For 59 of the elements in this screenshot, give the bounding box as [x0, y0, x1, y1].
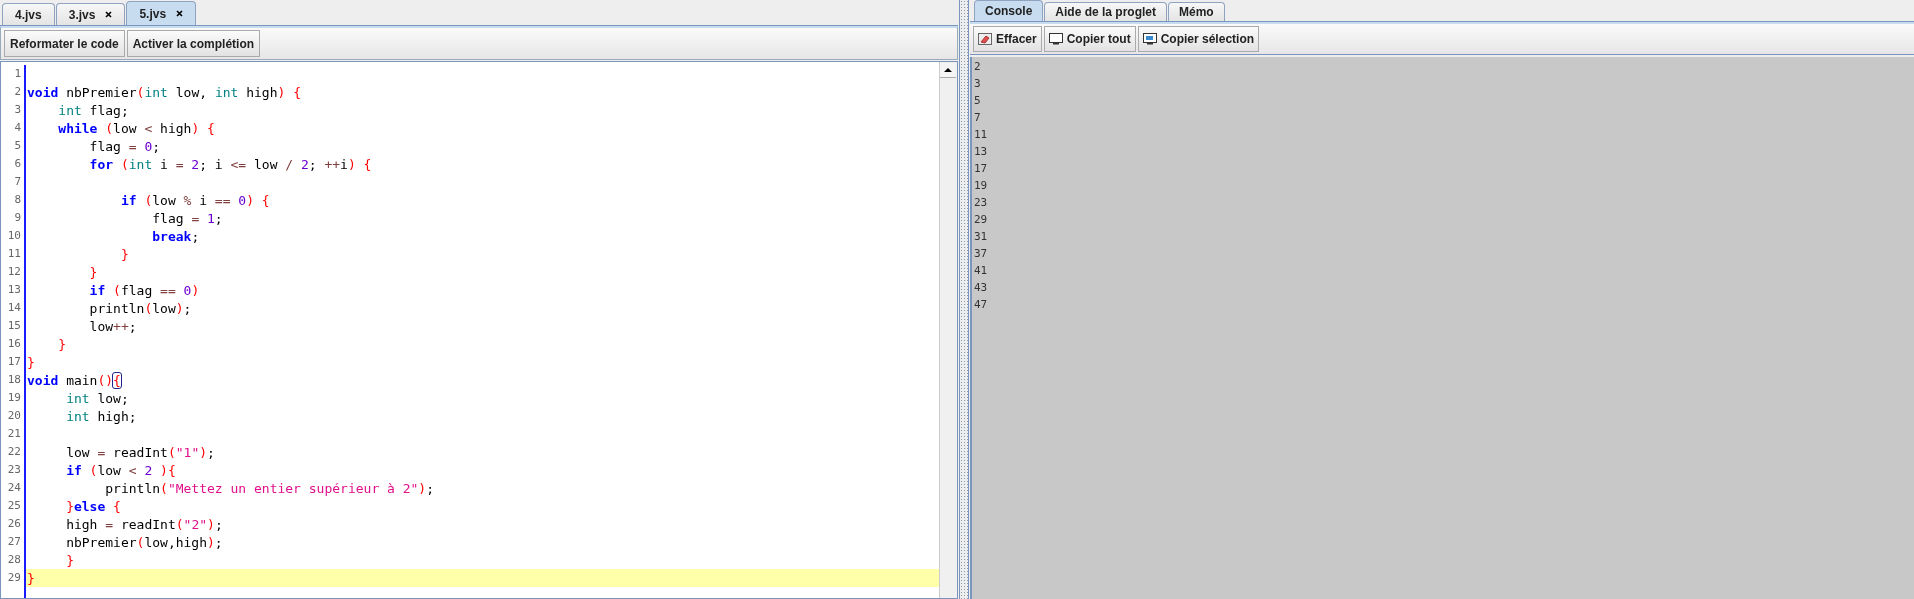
- code-line: while (low < high) {: [57, 120, 215, 136]
- output-line: 29: [974, 212, 989, 228]
- panel-tab[interactable]: Mémo: [1168, 2, 1225, 21]
- toolbar-button[interactable]: Effacer: [973, 26, 1042, 52]
- output-line: 11: [974, 127, 989, 143]
- panel-tab[interactable]: Console: [974, 0, 1044, 21]
- code-line: int low;: [65, 390, 129, 406]
- code-line: nbPremier(low,high);: [65, 534, 223, 550]
- output-line: 37: [974, 246, 989, 262]
- output-line: 2: [974, 59, 982, 75]
- code-line: if (low < 2 ){: [65, 462, 176, 478]
- monitor-selection-icon: [1142, 33, 1157, 45]
- output-line: 3: [974, 76, 982, 92]
- eraser-icon: [978, 33, 992, 45]
- code-line: high = readInt("2");: [65, 516, 223, 532]
- code-line: }: [88, 264, 98, 280]
- code-line: println(low);: [88, 300, 192, 316]
- code-line: println("Mettez un entier supérieur à 2");: [104, 480, 434, 496]
- code-line: int flag;: [57, 102, 129, 118]
- output-line: 23: [974, 195, 989, 211]
- output-line: 13: [974, 144, 989, 160]
- code-line: }: [65, 552, 74, 568]
- code-line: }: [26, 570, 35, 586]
- scrollbar[interactable]: [939, 62, 957, 598]
- monitor-icon: [1048, 33, 1063, 45]
- code-line: void main(){: [26, 372, 121, 388]
- output-line: 19: [974, 178, 989, 194]
- code-line: low = readInt("1");: [65, 444, 215, 460]
- line-number: 29: [1, 569, 26, 587]
- code-line: }: [26, 354, 35, 370]
- output-line: 31: [974, 229, 989, 245]
- file-tab[interactable]: 5.jvs: [126, 1, 197, 25]
- toolbar-button[interactable]: Activer la complétion: [126, 30, 261, 57]
- code-line: flag = 0;: [88, 138, 161, 154]
- output-line: 7: [974, 110, 982, 126]
- output-line: 43: [974, 280, 989, 296]
- file-tab[interactable]: 4.jvs: [2, 3, 55, 25]
- code-line: break;: [151, 228, 200, 244]
- code-line: int high;: [65, 408, 137, 424]
- toolbar-button[interactable]: Copier sélection: [1137, 26, 1260, 52]
- code-line: low++;: [88, 318, 137, 334]
- code-line: void nbPremier(int low, int high) {: [26, 84, 301, 100]
- panel-tab[interactable]: Aide de la proglet: [1044, 2, 1168, 21]
- output-line: 47: [974, 297, 989, 313]
- toolbar-button[interactable]: Copier tout: [1043, 26, 1136, 52]
- file-tab[interactable]: 3.jvs: [55, 3, 126, 25]
- code-line: }: [119, 246, 129, 262]
- output-line: 41: [974, 263, 989, 279]
- code-line: flag = 1;: [151, 210, 223, 226]
- code-line: }: [57, 336, 67, 352]
- close-icon[interactable]: [105, 11, 113, 18]
- code-line: if (flag == 0): [88, 282, 200, 298]
- toolbar-button[interactable]: Reformater le code: [4, 30, 125, 57]
- code-line: if (low % i == 0) {: [119, 192, 270, 208]
- code-line: for (int i = 2; i <= low / 2; ++i) {: [88, 156, 372, 172]
- output-line: 17: [974, 161, 989, 177]
- output-line: 5: [974, 93, 982, 109]
- code-line: }else {: [65, 498, 121, 514]
- close-icon[interactable]: [176, 10, 184, 17]
